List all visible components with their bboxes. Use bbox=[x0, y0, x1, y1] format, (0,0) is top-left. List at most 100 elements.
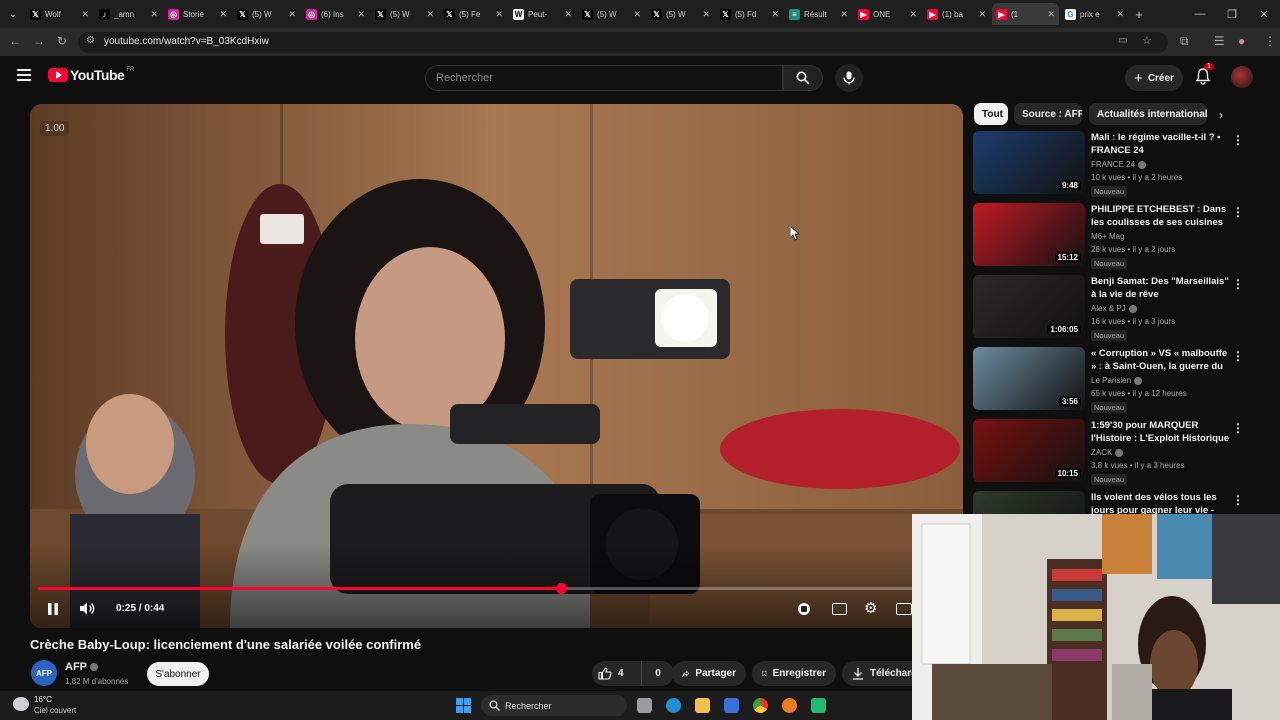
video-player[interactable]: 1.00 0:25 / 0:44 ⚙ bbox=[30, 104, 963, 628]
minimize-icon[interactable]: — bbox=[1184, 0, 1216, 28]
tab-close-icon[interactable]: ✕ bbox=[357, 9, 365, 20]
channel-avatar[interactable]: AFP bbox=[31, 660, 57, 686]
tab-search-icon[interactable]: ⌄ bbox=[0, 0, 26, 28]
more-options-icon[interactable]: ⋮ bbox=[1232, 493, 1244, 507]
recommendation-item[interactable]: 1:06:05 Benji Samat: Des "Marseillais" à … bbox=[973, 275, 1253, 341]
chip-source-afp[interactable]: Source : AFP bbox=[1014, 103, 1082, 125]
site-info-icon[interactable]: ⚙ bbox=[86, 35, 95, 46]
video-title[interactable]: « Corruption » VS « malbouffe » : à Sain… bbox=[1091, 347, 1231, 374]
cast-icon[interactable]: ▭ bbox=[1118, 35, 1127, 46]
browser-tab[interactable]: 𝕏 Wolf ✕ bbox=[26, 3, 93, 25]
browser-tab[interactable]: ◎ Storie ✕ bbox=[164, 3, 231, 25]
like-button[interactable]: 4 bbox=[592, 661, 642, 686]
progress-scrubber[interactable] bbox=[555, 583, 567, 594]
channel-name[interactable]: Alex & PJ bbox=[1091, 304, 1137, 313]
download-button[interactable]: Télécharger bbox=[842, 661, 912, 686]
search-button[interactable] bbox=[783, 65, 823, 91]
weather-cloud-icon[interactable] bbox=[13, 697, 29, 711]
account-avatar[interactable] bbox=[1231, 66, 1253, 88]
video-title[interactable]: Benji Samat: Des "Marseillais" à la vie … bbox=[1091, 275, 1231, 301]
browser-tab[interactable]: ♪ _amn ✕ bbox=[95, 3, 162, 25]
profile-icon[interactable]: ● bbox=[1238, 34, 1245, 48]
recommendation-item[interactable]: 15:12 PHILIPPE ETCHEBEST : Dans les couli… bbox=[973, 203, 1253, 269]
forward-icon[interactable]: → bbox=[33, 34, 45, 48]
video-title[interactable]: PHILIPPE ETCHEBEST : Dans les coulisses … bbox=[1091, 203, 1231, 230]
tab-close-icon[interactable]: ✕ bbox=[1047, 9, 1055, 20]
volume-button[interactable] bbox=[79, 601, 96, 621]
video-thumbnail[interactable]: 3:56 bbox=[973, 347, 1085, 410]
close-window-icon[interactable]: ✕ bbox=[1248, 0, 1280, 28]
browser-tab[interactable]: ◎ (6) Ins ✕ bbox=[302, 3, 369, 25]
firefox-icon[interactable] bbox=[782, 698, 797, 713]
new-tab-icon[interactable]: + bbox=[1130, 7, 1148, 22]
recommendation-item[interactable]: Ils volent des vélos tous les jours pour… bbox=[973, 491, 1253, 514]
pause-button[interactable] bbox=[47, 602, 59, 621]
chips-next-arrow-icon[interactable]: › bbox=[1219, 108, 1223, 122]
browser-tab[interactable]: 𝕏 (5) W ✕ bbox=[233, 3, 300, 25]
tab-close-icon[interactable]: ✕ bbox=[771, 9, 779, 20]
channel-name[interactable]: M6+ Mag bbox=[1091, 232, 1125, 241]
file-explorer-icon[interactable] bbox=[695, 698, 710, 713]
reading-list-icon[interactable]: ☰ bbox=[1214, 34, 1225, 48]
subtitles-icon[interactable] bbox=[832, 603, 847, 615]
extensions-icon[interactable]: ⧉ bbox=[1180, 34, 1189, 49]
browser-tab[interactable]: 𝕏 (5) W ✕ bbox=[647, 3, 714, 25]
browser-tab[interactable]: 𝕏 (5) W ✕ bbox=[578, 3, 645, 25]
maximize-icon[interactable]: ❐ bbox=[1216, 0, 1248, 28]
bookmark-star-icon[interactable]: ☆ bbox=[1142, 34, 1152, 47]
channel-name[interactable]: AFP bbox=[65, 661, 98, 673]
settings-gear-icon[interactable]: ⚙ bbox=[864, 599, 877, 617]
channel-name[interactable]: ZACK bbox=[1091, 448, 1124, 457]
task-view-icon[interactable] bbox=[637, 698, 652, 713]
miniplayer-icon[interactable] bbox=[896, 603, 912, 615]
tab-close-icon[interactable]: ✕ bbox=[633, 9, 641, 20]
video-thumbnail[interactable]: 10:15 bbox=[973, 419, 1085, 482]
address-field[interactable]: ⚙ youtube.com/watch?v=B_03KcdHxiw ▭ ☆ bbox=[78, 32, 1168, 53]
save-button[interactable]: Enregistrer bbox=[752, 661, 836, 686]
channel-name[interactable]: Le Parisien bbox=[1091, 376, 1143, 385]
tab-close-icon[interactable]: ✕ bbox=[495, 9, 503, 20]
video-title[interactable]: Mali : le régime vacille-t-il ? • FRANCE… bbox=[1091, 131, 1231, 157]
tab-close-icon[interactable]: ✕ bbox=[702, 9, 710, 20]
video-thumbnail[interactable]: 9:48 bbox=[973, 131, 1085, 194]
tab-close-icon[interactable]: ✕ bbox=[1116, 9, 1124, 20]
more-options-icon[interactable]: ⋮ bbox=[1232, 421, 1244, 435]
share-button[interactable]: Partager bbox=[672, 661, 746, 686]
taskbar-search[interactable]: Rechercher bbox=[481, 695, 627, 716]
voice-search-button[interactable] bbox=[835, 64, 863, 92]
browser-menu-icon[interactable]: ⋮ bbox=[1264, 34, 1276, 48]
video-thumbnail[interactable]: 1:06:05 bbox=[973, 275, 1085, 338]
channel-name[interactable]: FRANCE 24 bbox=[1091, 160, 1147, 169]
tab-close-icon[interactable]: ✕ bbox=[219, 9, 227, 20]
more-options-icon[interactable]: ⋮ bbox=[1232, 277, 1244, 291]
reload-icon[interactable]: ↻ bbox=[57, 34, 67, 48]
tab-close-icon[interactable]: ✕ bbox=[564, 9, 572, 20]
youtube-logo[interactable]: YouTube FR bbox=[48, 67, 134, 83]
progress-bar[interactable] bbox=[38, 583, 955, 594]
more-options-icon[interactable]: ⋮ bbox=[1232, 205, 1244, 219]
browser-tab[interactable]: ▶ ONE ✕ bbox=[854, 3, 921, 25]
browser-tab[interactable]: ▶ (1) ba ✕ bbox=[923, 3, 990, 25]
more-options-icon[interactable]: ⋮ bbox=[1232, 349, 1244, 363]
browser-tab[interactable]: W Peut- ✕ bbox=[509, 3, 576, 25]
browser-tab[interactable]: 𝕏 (5) Fd ✕ bbox=[716, 3, 783, 25]
chip-all[interactable]: Tout bbox=[974, 103, 1008, 125]
more-options-icon[interactable]: ⋮ bbox=[1232, 133, 1244, 147]
tab-close-icon[interactable]: ✕ bbox=[978, 9, 986, 20]
search-input[interactable] bbox=[426, 66, 782, 90]
browser-tab[interactable]: ≡ Résult ✕ bbox=[785, 3, 852, 25]
browser-tab[interactable]: ▶ (1 ✕ bbox=[992, 3, 1059, 25]
tab-close-icon[interactable]: ✕ bbox=[81, 9, 89, 20]
app-icon[interactable] bbox=[811, 698, 826, 713]
tab-close-icon[interactable]: ✕ bbox=[840, 9, 848, 20]
tab-close-icon[interactable]: ✕ bbox=[909, 9, 917, 20]
chrome-icon[interactable] bbox=[753, 698, 768, 713]
browser-tab[interactable]: Gprix e ✕ bbox=[1061, 3, 1128, 25]
tab-close-icon[interactable]: ✕ bbox=[426, 9, 434, 20]
windows-start-icon[interactable] bbox=[456, 698, 471, 713]
browser-tab[interactable]: 𝕏 (5) W ✕ bbox=[371, 3, 438, 25]
notifications-button[interactable]: 1 bbox=[1195, 63, 1214, 90]
subscribe-button[interactable]: S'abonner bbox=[147, 662, 209, 686]
recommendation-item[interactable]: 10:15 1:59'30 pour MARQUER l'Histoire : L… bbox=[973, 419, 1253, 485]
recommendation-item[interactable]: 3:56 « Corruption » VS « malbouffe » : à … bbox=[973, 347, 1253, 413]
